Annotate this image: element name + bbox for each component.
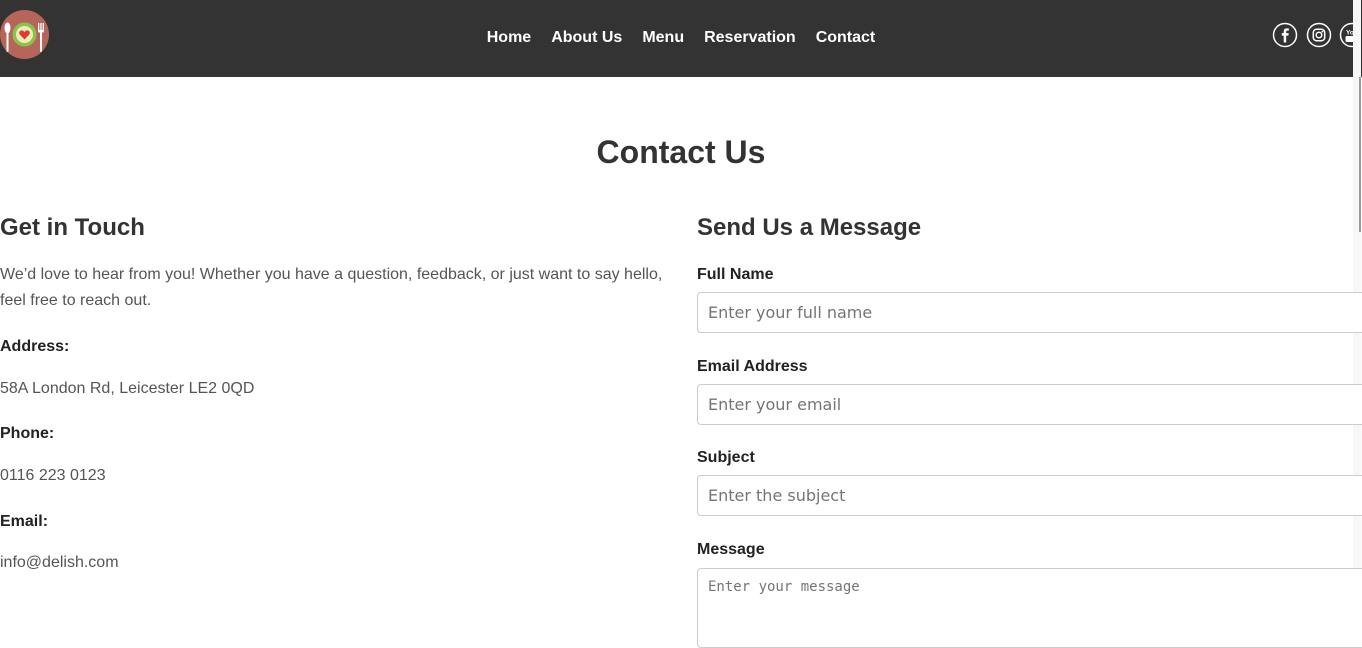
email-input[interactable] (697, 384, 1362, 425)
address-label: Address: (0, 338, 70, 355)
intro-text: We’d love to hear from you! Whether you … (0, 266, 663, 309)
message-label: Message (697, 541, 765, 558)
get-in-touch-heading: Get in Touch (0, 214, 145, 241)
nav-home-link[interactable]: Home (487, 29, 531, 47)
nav-reservation-link[interactable]: Reservation (704, 29, 796, 47)
full-name-input[interactable] (697, 292, 1362, 333)
email-value[interactable]: info@delish.com (0, 554, 119, 572)
phone-label: Phone: (0, 425, 55, 442)
phone-value: 0116 223 0123 (0, 467, 106, 484)
nav-menu-link[interactable]: Menu (642, 29, 684, 47)
subject-label: Subject (697, 449, 755, 466)
full-name-label: Full Name (697, 266, 774, 283)
main-nav: Home About Us Menu Reservation Contact (0, 0, 1362, 77)
navbar: Home About Us Menu Reservation Contact Y… (0, 0, 1362, 77)
page-title: Contact Us (596, 134, 766, 170)
instagram-icon[interactable] (1306, 22, 1332, 48)
facebook-icon[interactable] (1272, 22, 1298, 48)
email-address-label: Email Address (697, 358, 808, 375)
nav-about-link[interactable]: About Us (551, 29, 622, 47)
message-textarea[interactable] (697, 568, 1362, 648)
nav-contact-link[interactable]: Contact (816, 29, 876, 47)
subject-input[interactable] (697, 475, 1362, 516)
email-label: Email: (0, 513, 49, 530)
address-value: 58A London Rd, Leicester LE2 0QD (0, 380, 255, 397)
send-message-heading: Send Us a Message (697, 214, 922, 241)
